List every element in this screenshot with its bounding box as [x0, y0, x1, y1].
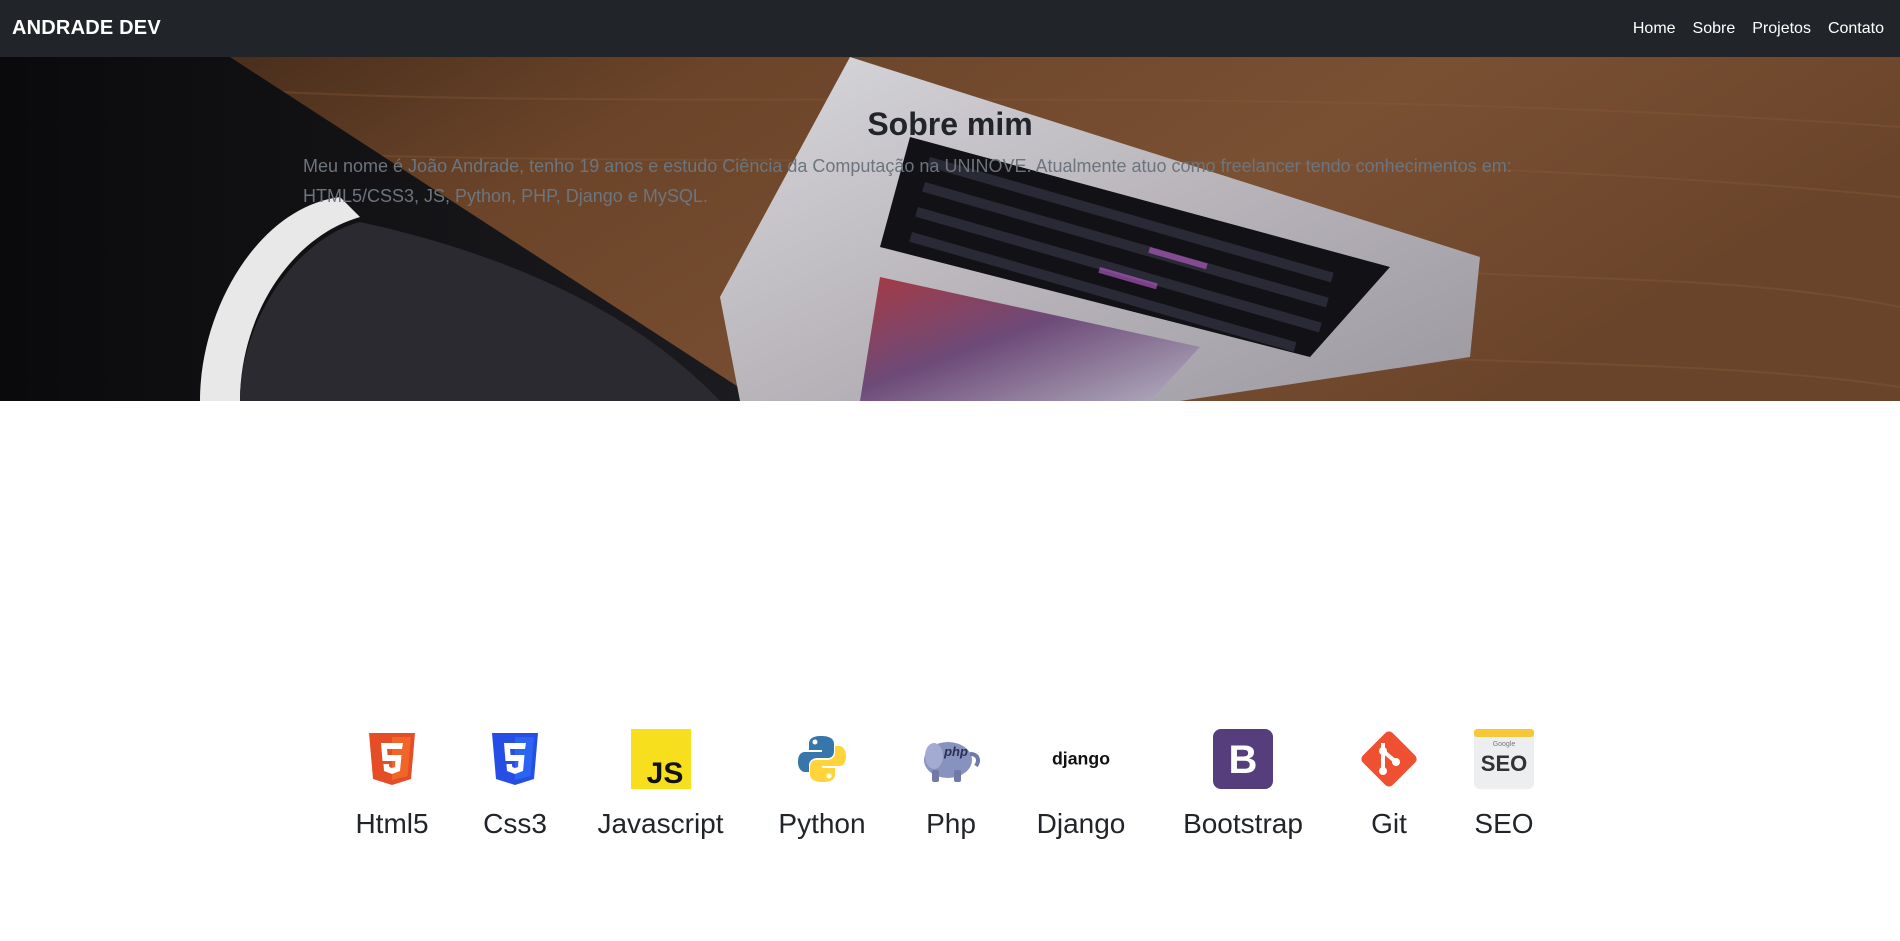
seo-icon: Google SEO	[1473, 728, 1535, 790]
php-icon: php	[920, 728, 982, 790]
skill-label: Html5	[355, 808, 429, 839]
skills-list: Html5 Css3 JS Javascript Python php Php …	[0, 728, 1900, 858]
svg-text:php: php	[943, 744, 968, 759]
html5-icon	[361, 728, 423, 790]
nav-link-contato[interactable]: Contato	[1828, 20, 1884, 38]
nav-link-sobre[interactable]: Sobre	[1693, 20, 1736, 38]
skill-label: SEO	[1474, 808, 1534, 839]
skill-label: Javascript	[597, 808, 724, 839]
about-title: Sobre mim	[867, 106, 1033, 142]
svg-text:B: B	[1229, 738, 1258, 782]
skill-python: Python	[772, 728, 872, 840]
skill-django: django Django	[1031, 728, 1131, 840]
python-icon	[791, 728, 853, 790]
skill-seo: Google SEO SEO	[1469, 728, 1539, 840]
svg-text:JS: JS	[646, 757, 683, 789]
javascript-icon: JS	[630, 728, 692, 790]
skill-label: Php	[926, 808, 976, 839]
nav-link-home[interactable]: Home	[1633, 20, 1676, 38]
skill-label: Css3	[483, 808, 547, 839]
skill-label: Bootstrap	[1183, 808, 1303, 839]
svg-text:SEO: SEO	[1481, 751, 1527, 776]
skill-css3: Css3	[475, 728, 555, 840]
bootstrap-icon: B	[1212, 728, 1274, 790]
skill-php: php Php	[916, 728, 986, 840]
skill-label: Python	[778, 808, 866, 839]
about-description: Meu nome é João Andrade, tenho 19 anos e…	[303, 156, 1512, 206]
nav-link-projetos[interactable]: Projetos	[1752, 20, 1811, 38]
svg-text:django: django	[1052, 748, 1110, 768]
nav-links: Home Sobre Projetos Contato	[1633, 20, 1888, 38]
skill-label: Git	[1371, 808, 1407, 839]
skill-git: Git	[1354, 728, 1424, 840]
top-navbar: ANDRADE DEV Home Sobre Projetos Contato	[0, 0, 1900, 57]
brand-logo[interactable]: ANDRADE DEV	[12, 17, 161, 40]
skill-html5: Html5	[352, 728, 432, 840]
skill-bootstrap: B Bootstrap	[1179, 728, 1307, 840]
skill-label: Django	[1036, 808, 1126, 839]
git-icon	[1358, 728, 1420, 790]
django-icon: django	[1050, 728, 1112, 790]
svg-text:Google: Google	[1493, 741, 1516, 748]
css3-icon	[484, 728, 546, 790]
skill-javascript: JS Javascript	[597, 728, 724, 840]
